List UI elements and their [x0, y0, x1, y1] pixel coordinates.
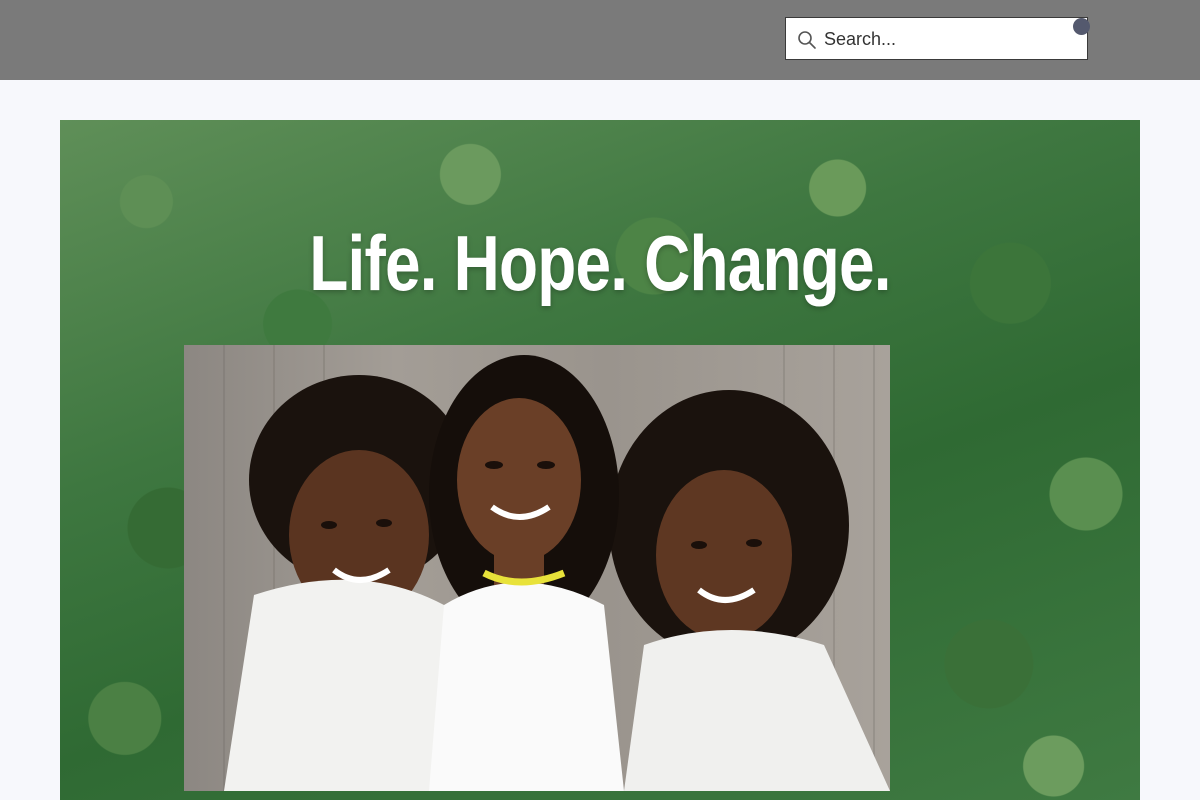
search-icon [798, 31, 816, 49]
search-box[interactable] [785, 17, 1088, 60]
cart-count-badge [1073, 18, 1090, 35]
site-header [0, 0, 1200, 80]
hero-title: Life. Hope. Change. [309, 219, 891, 307]
cart-button[interactable] [1055, 18, 1091, 48]
hero-photo [184, 345, 890, 791]
search-input[interactable] [824, 24, 1044, 54]
three-women-photo-illustration [223, 345, 890, 791]
hero-section: Life. Hope. Change. [60, 120, 1140, 800]
